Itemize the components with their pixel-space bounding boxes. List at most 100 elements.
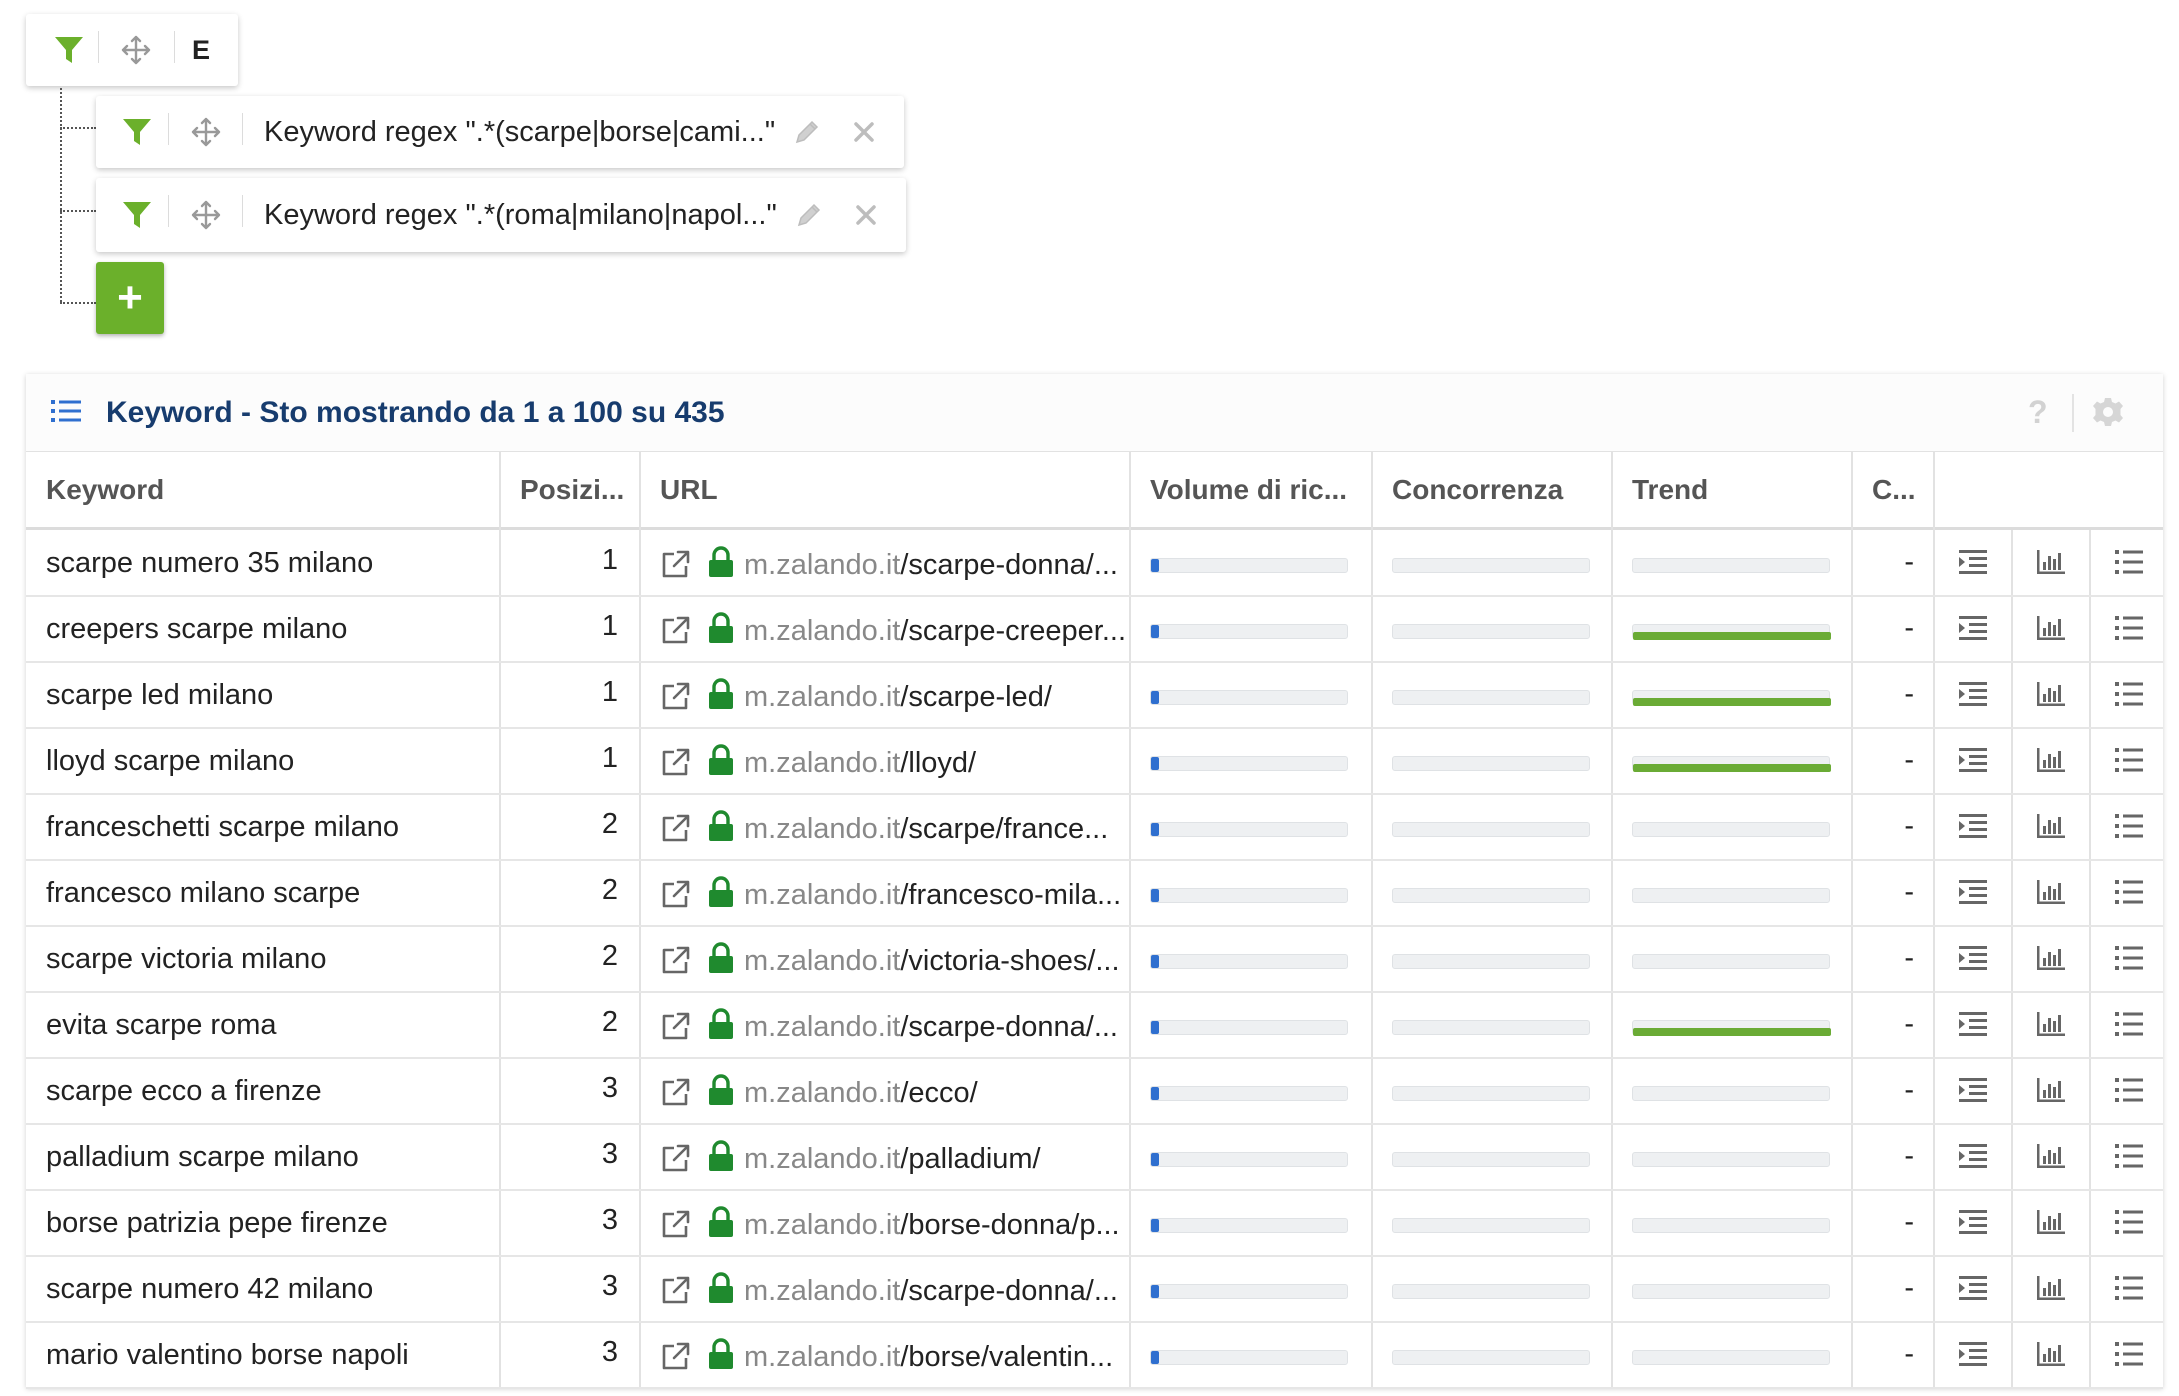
bar-chart-icon[interactable]	[2036, 878, 2066, 911]
table-row[interactable]: creepers scarpe milano 1 m.zalando.it/sc…	[26, 596, 2163, 663]
external-link-icon[interactable]	[660, 1208, 692, 1245]
bar-chart-icon[interactable]	[2036, 1142, 2066, 1175]
table-row[interactable]: lloyd scarpe milano 1 m.zalando.it/lloyd…	[26, 728, 2163, 795]
indent-list-icon[interactable]	[1958, 878, 1988, 911]
url-cell[interactable]: m.zalando.it/lloyd/	[744, 728, 1126, 794]
table-row[interactable]: scarpe ecco a firenze 3 m.zalando.it/ecc…	[26, 1058, 2163, 1125]
gear-icon[interactable]	[2092, 396, 2124, 433]
filter-icon[interactable]	[42, 14, 96, 86]
url-cell[interactable]: m.zalando.it/victoria-shoes/...	[744, 926, 1126, 992]
indent-list-icon[interactable]	[1958, 1142, 1988, 1175]
move-icon[interactable]	[178, 178, 234, 252]
move-icon[interactable]	[108, 14, 164, 86]
list-icon[interactable]	[2114, 548, 2144, 581]
indent-list-icon[interactable]	[1958, 1340, 1988, 1373]
keyword-cell[interactable]: scarpe victoria milano	[46, 926, 496, 992]
help-icon[interactable]: ?	[2028, 394, 2048, 431]
column-header-position[interactable]: Posizi...	[500, 451, 640, 528]
external-link-icon[interactable]	[660, 1274, 692, 1311]
table-row[interactable]: scarpe led milano 1 m.zalando.it/scarpe-…	[26, 662, 2163, 729]
list-icon[interactable]	[2114, 1010, 2144, 1043]
bar-chart-icon[interactable]	[2036, 614, 2066, 647]
external-link-icon[interactable]	[660, 680, 692, 717]
table-row[interactable]: francesco milano scarpe 2 m.zalando.it/f…	[26, 860, 2163, 927]
keyword-cell[interactable]: creepers scarpe milano	[46, 596, 496, 662]
list-icon[interactable]	[2114, 812, 2144, 845]
indent-list-icon[interactable]	[1958, 548, 1988, 581]
filter-icon[interactable]	[110, 178, 164, 252]
bar-chart-icon[interactable]	[2036, 746, 2066, 779]
list-icon[interactable]	[2114, 1274, 2144, 1307]
table-row[interactable]: scarpe numero 35 milano 1 m.zalando.it/s…	[26, 530, 2163, 597]
bar-chart-icon[interactable]	[2036, 812, 2066, 845]
close-icon[interactable]	[846, 178, 886, 252]
keyword-cell[interactable]: mario valentino borse napoli	[46, 1322, 496, 1388]
indent-list-icon[interactable]	[1958, 746, 1988, 779]
external-link-icon[interactable]	[660, 878, 692, 915]
edit-pencil-icon[interactable]	[788, 178, 830, 252]
bar-chart-icon[interactable]	[2036, 548, 2066, 581]
table-row[interactable]: evita scarpe roma 2 m.zalando.it/scarpe-…	[26, 992, 2163, 1059]
column-header-c[interactable]: C...	[1852, 451, 1934, 528]
indent-list-icon[interactable]	[1958, 680, 1988, 713]
table-row[interactable]: borse patrizia pepe firenze 3 m.zalando.…	[26, 1190, 2163, 1257]
url-cell[interactable]: m.zalando.it/scarpe-led/	[744, 662, 1126, 728]
url-cell[interactable]: m.zalando.it/scarpe-donna/...	[744, 530, 1126, 596]
table-row[interactable]: scarpe victoria milano 2 m.zalando.it/vi…	[26, 926, 2163, 993]
indent-list-icon[interactable]	[1958, 1010, 1988, 1043]
url-cell[interactable]: m.zalando.it/borse-donna/p...	[744, 1190, 1126, 1256]
external-link-icon[interactable]	[660, 548, 692, 585]
close-icon[interactable]	[844, 96, 884, 168]
edit-pencil-icon[interactable]	[786, 96, 828, 168]
indent-list-icon[interactable]	[1958, 614, 1988, 647]
url-cell[interactable]: m.zalando.it/ecco/	[744, 1058, 1126, 1124]
column-header-volume[interactable]: Volume di ric...	[1130, 451, 1372, 528]
external-link-icon[interactable]	[660, 1142, 692, 1179]
table-row[interactable]: franceschetti scarpe milano 2 m.zalando.…	[26, 794, 2163, 861]
bar-chart-icon[interactable]	[2036, 1208, 2066, 1241]
indent-list-icon[interactable]	[1958, 1274, 1988, 1307]
list-icon[interactable]	[2114, 944, 2144, 977]
external-link-icon[interactable]	[660, 1076, 692, 1113]
keyword-cell[interactable]: lloyd scarpe milano	[46, 728, 496, 794]
url-cell[interactable]: m.zalando.it/palladium/	[744, 1124, 1126, 1190]
url-cell[interactable]: m.zalando.it/scarpe/france...	[744, 794, 1126, 860]
column-header-trend[interactable]: Trend	[1612, 451, 1852, 528]
column-header-competition[interactable]: Concorrenza	[1372, 451, 1612, 528]
external-link-icon[interactable]	[660, 812, 692, 849]
keyword-cell[interactable]: evita scarpe roma	[46, 992, 496, 1058]
external-link-icon[interactable]	[660, 614, 692, 651]
keyword-cell[interactable]: scarpe numero 42 milano	[46, 1256, 496, 1322]
url-cell[interactable]: m.zalando.it/scarpe-donna/...	[744, 1256, 1126, 1322]
filter-operator-label[interactable]: E	[192, 14, 210, 86]
keyword-cell[interactable]: borse patrizia pepe firenze	[46, 1190, 496, 1256]
table-row[interactable]: mario valentino borse napoli 3 m.zalando…	[26, 1322, 2163, 1389]
list-icon[interactable]	[2114, 1340, 2144, 1373]
external-link-icon[interactable]	[660, 1340, 692, 1377]
url-cell[interactable]: m.zalando.it/scarpe-creeper...	[744, 596, 1126, 662]
list-icon[interactable]	[2114, 680, 2144, 713]
indent-list-icon[interactable]	[1958, 1076, 1988, 1109]
url-cell[interactable]: m.zalando.it/scarpe-donna/...	[744, 992, 1126, 1058]
list-icon[interactable]	[2114, 1208, 2144, 1241]
keyword-cell[interactable]: scarpe led milano	[46, 662, 496, 728]
bar-chart-icon[interactable]	[2036, 944, 2066, 977]
column-header-url[interactable]: URL	[640, 451, 1130, 528]
external-link-icon[interactable]	[660, 746, 692, 783]
external-link-icon[interactable]	[660, 944, 692, 981]
table-row[interactable]: palladium scarpe milano 3 m.zalando.it/p…	[26, 1124, 2163, 1191]
filter-icon[interactable]	[110, 96, 164, 168]
table-row[interactable]: scarpe numero 42 milano 3 m.zalando.it/s…	[26, 1256, 2163, 1323]
move-icon[interactable]	[178, 96, 234, 168]
url-cell[interactable]: m.zalando.it/borse/valentin...	[744, 1322, 1126, 1388]
keyword-cell[interactable]: franceschetti scarpe milano	[46, 794, 496, 860]
indent-list-icon[interactable]	[1958, 812, 1988, 845]
bar-chart-icon[interactable]	[2036, 1010, 2066, 1043]
url-cell[interactable]: m.zalando.it/francesco-mila...	[744, 860, 1126, 926]
list-icon[interactable]	[2114, 1076, 2144, 1109]
column-header-keyword[interactable]: Keyword	[26, 451, 499, 528]
bar-chart-icon[interactable]	[2036, 1274, 2066, 1307]
keyword-cell[interactable]: scarpe numero 35 milano	[46, 530, 496, 596]
add-filter-button[interactable]: +	[96, 262, 164, 334]
keyword-cell[interactable]: scarpe ecco a firenze	[46, 1058, 496, 1124]
